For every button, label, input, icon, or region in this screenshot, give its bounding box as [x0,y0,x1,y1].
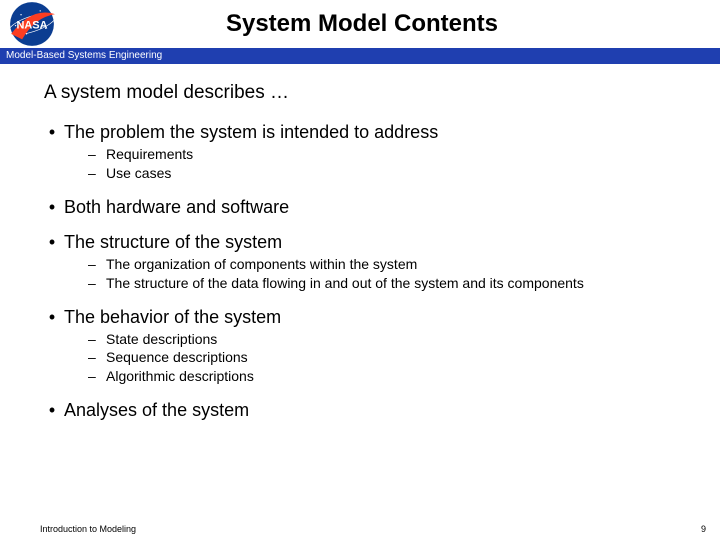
slide-body: A system model describes … •The problem … [0,64,720,421]
subtitle-bar: Model-Based Systems Engineering [0,48,720,64]
svg-text:NASA: NASA [17,19,48,31]
list-item: •The structure of the system –The organi… [40,232,700,293]
slide-footer: Introduction to Modeling 9 [0,524,720,534]
page-number: 9 [701,524,706,534]
sub-bullet-text: The structure of the data flowing in and… [106,274,584,293]
bullet-text: Analyses of the system [64,400,249,421]
sub-bullet-text: Requirements [106,145,193,164]
sub-bullet-text: Use cases [106,164,171,183]
nasa-logo-icon: NASA [4,1,60,47]
bullet-text: The behavior of the system [64,307,281,328]
footer-left: Introduction to Modeling [40,524,136,534]
slide-title: System Model Contents [60,10,720,38]
sub-bullet-text: State descriptions [106,330,217,349]
list-item: •Both hardware and software [40,197,700,218]
list-item: •The problem the system is intended to a… [40,122,700,183]
bullet-list: •The problem the system is intended to a… [40,122,700,421]
list-item: •The behavior of the system –State descr… [40,307,700,387]
sub-bullet-text: Sequence descriptions [106,348,248,367]
list-item: •Analyses of the system [40,400,700,421]
intro-text: A system model describes … [44,82,700,104]
slide-header: NASA System Model Contents [0,0,720,48]
bullet-text: Both hardware and software [64,197,289,218]
bullet-text: The problem the system is intended to ad… [64,122,438,143]
sub-bullet-text: Algorithmic descriptions [106,367,254,386]
bullet-text: The structure of the system [64,232,282,253]
sub-bullet-text: The organization of components within th… [106,255,417,274]
